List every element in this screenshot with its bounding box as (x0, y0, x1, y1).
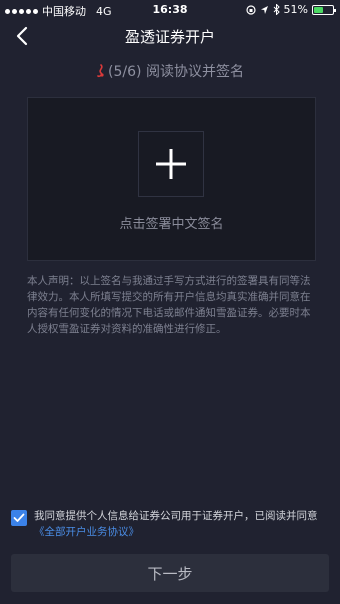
battery-icon (312, 4, 336, 15)
agreement-checkbox[interactable] (11, 510, 27, 526)
agreement-text: 我同意提供个人信息给证券公司用于证券开户，已阅读并同意 (34, 510, 318, 522)
signature-area[interactable]: 点击签署中文签名 (27, 97, 316, 261)
checkmark-icon (13, 513, 25, 522)
step-indicator: (5/6) 阅读协议并签名 (0, 60, 340, 82)
signature-hint: 点击签署中文签名 (119, 217, 224, 232)
plus-icon (156, 149, 186, 179)
declaration-text: 本人声明：以上签名与我通过手写方式进行的签署具有同等法律效力。本人所填写提交的所… (27, 275, 311, 335)
add-signature-button[interactable] (138, 131, 204, 197)
status-right: 51% (245, 3, 336, 16)
step-text: (5/6) 阅读协议并签名 (108, 64, 244, 80)
battery-fill (314, 6, 323, 13)
agreement-text-block: 我同意提供个人信息给证券公司用于证券开户，已阅读并同意《全部开户业务协议》 (34, 508, 334, 540)
nav-bar: 盈透证券开户 (0, 20, 340, 52)
status-bar: 中国移动 4G 16:38 51% (0, 0, 340, 20)
location-icon (260, 5, 268, 14)
page-title: 盈透证券开户 (124, 28, 215, 46)
bluetooth-icon (273, 4, 280, 15)
next-button[interactable]: 下一步 (11, 554, 329, 592)
battery-percent: 51% (283, 3, 308, 16)
step-icon (96, 64, 106, 78)
rotation-lock-icon (245, 4, 256, 15)
agreement-link[interactable]: 《全部开户业务协议》 (34, 526, 139, 538)
